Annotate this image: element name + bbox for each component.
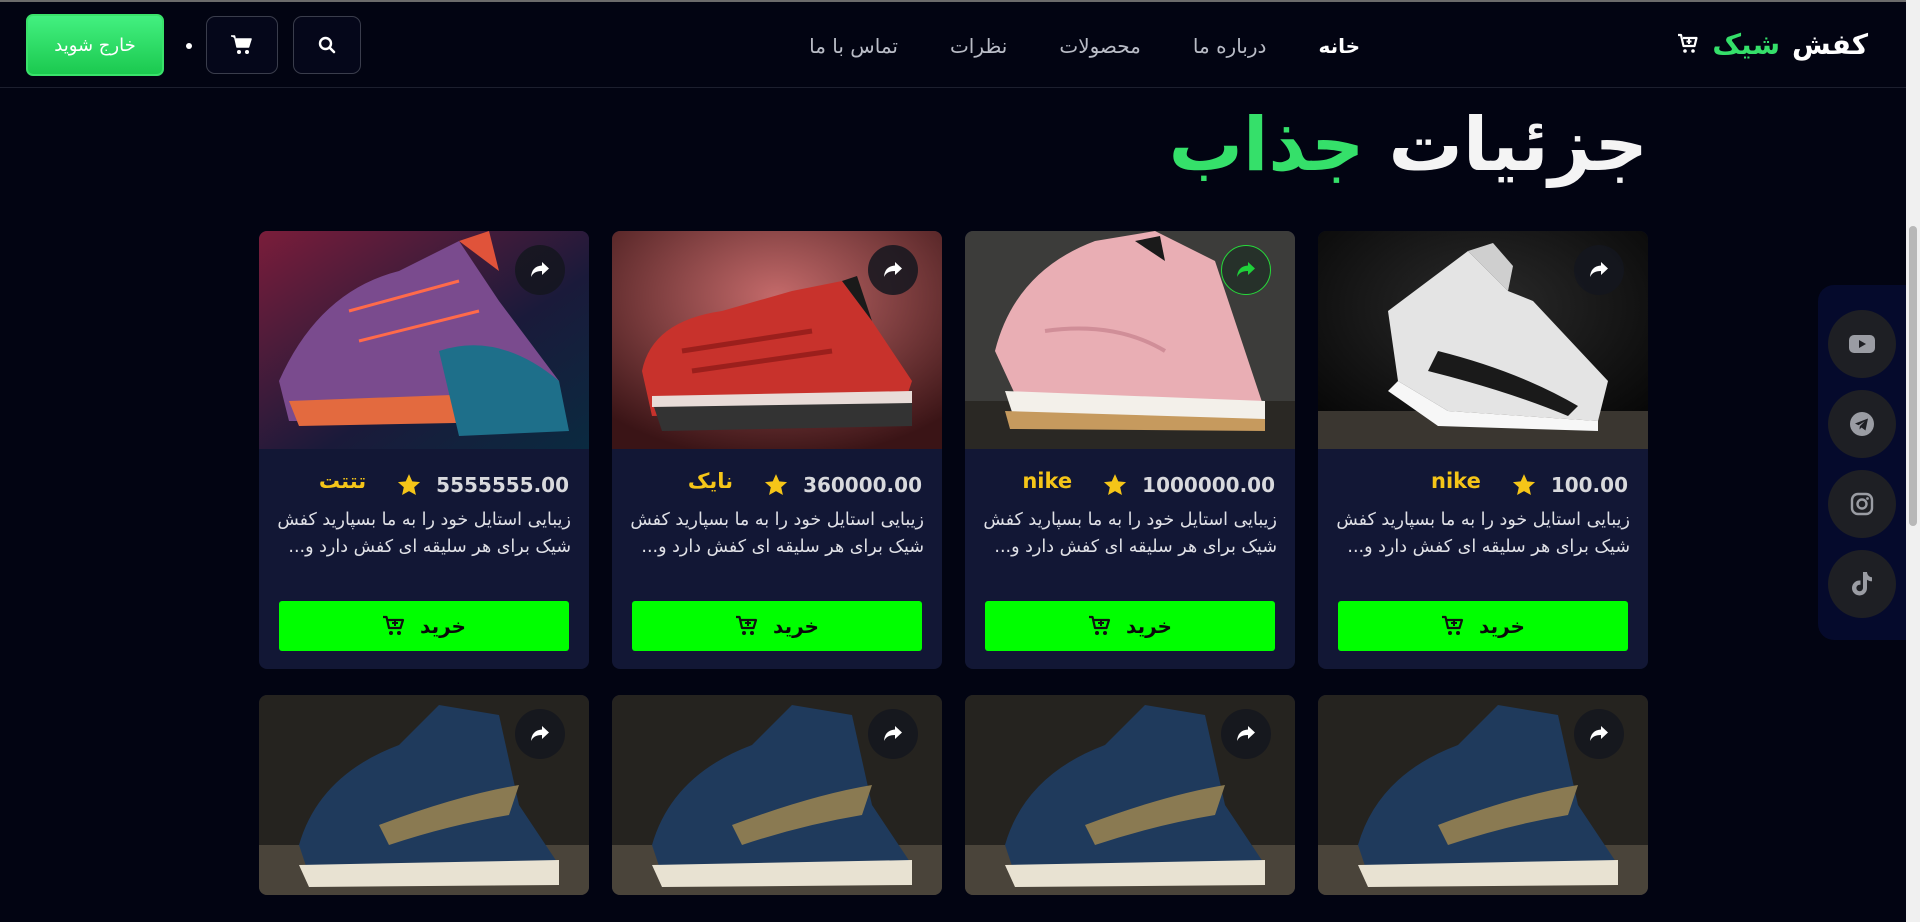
product-card <box>965 695 1295 895</box>
share-icon <box>884 726 902 741</box>
buy-button[interactable]: خرید <box>632 601 922 651</box>
instagram-icon <box>1850 492 1874 516</box>
share-icon <box>531 262 549 277</box>
tiktok-icon <box>1852 572 1872 596</box>
share-icon <box>1590 262 1608 277</box>
social-sidebar <box>1818 285 1906 640</box>
instagram-button[interactable] <box>1828 470 1896 538</box>
share-button[interactable] <box>1221 709 1271 759</box>
product-card: 100.00 nike زیبایی استایل خود را به ما ب… <box>1318 231 1648 669</box>
buy-button[interactable]: خرید <box>1338 601 1628 651</box>
product-description: زیبایی استایل خود را به ما بسپارید کفش ش… <box>983 510 1277 557</box>
nav-products[interactable]: محصولات <box>1059 34 1141 58</box>
product-brand: تتتت <box>318 469 367 493</box>
main-menu: خانه درباره ما محصولات نظرات تماس با ما <box>760 30 1360 62</box>
product-meta: 5555555.00 تتتت <box>279 469 569 501</box>
product-card <box>259 695 589 895</box>
share-button[interactable] <box>1574 709 1624 759</box>
nav-reviews[interactable]: نظرات <box>950 34 1007 58</box>
cart-plus-icon <box>1442 615 1464 635</box>
product-price: 5555555.00 <box>436 473 569 497</box>
buy-button[interactable]: خرید <box>985 601 1275 651</box>
share-button[interactable] <box>515 245 565 295</box>
search-icon <box>318 36 336 54</box>
buy-label: خرید <box>1126 614 1172 638</box>
product-card: 360000.00 نایک زیبایی استایل خود را به م… <box>612 231 942 669</box>
product-card: 1000000.00 nike زیبایی استایل خود را به … <box>965 231 1295 669</box>
product-price: 360000.00 <box>803 473 922 497</box>
product-price: 100.00 <box>1550 473 1628 497</box>
star-icon <box>1104 474 1127 495</box>
product-card <box>612 695 942 895</box>
product-description: زیبایی استایل خود را به ما بسپارید کفش ش… <box>1336 510 1630 557</box>
product-meta: 360000.00 نایک <box>632 469 922 501</box>
share-button[interactable] <box>868 245 918 295</box>
search-button[interactable] <box>293 16 361 74</box>
star-icon <box>398 474 421 495</box>
buy-label: خرید <box>773 614 819 638</box>
navbar: کفش شیک خانه درباره ما محصولات نظرات تما… <box>0 2 1906 88</box>
brand-word-2: شیک <box>1712 27 1780 61</box>
star-icon <box>765 474 788 495</box>
product-brand: نایک <box>687 469 734 493</box>
cart-icon <box>231 35 252 54</box>
section-title-part-2: جذاب <box>1168 102 1365 188</box>
share-icon <box>531 726 549 741</box>
cart-plus-icon <box>736 615 758 635</box>
product-brand: nike <box>1022 469 1073 493</box>
product-description: زیبایی استایل خود را به ما بسپارید کفش ش… <box>277 510 571 557</box>
product-description: زیبایی استایل خود را به ما بسپارید کفش ش… <box>630 510 924 557</box>
share-icon <box>884 262 902 277</box>
share-icon <box>1237 726 1255 741</box>
section-title-part-1: جزئیات <box>1388 102 1648 188</box>
youtube-icon <box>1849 335 1875 353</box>
youtube-button[interactable] <box>1828 310 1896 378</box>
buy-button[interactable]: خرید <box>279 601 569 651</box>
share-button[interactable] <box>1221 245 1271 295</box>
telegram-button[interactable] <box>1828 390 1896 458</box>
tiktok-button[interactable] <box>1828 550 1896 618</box>
nav-home[interactable]: خانه <box>1318 34 1360 58</box>
buy-label: خرید <box>420 614 466 638</box>
nav-about[interactable]: درباره ما <box>1193 34 1267 58</box>
product-card <box>1318 695 1648 895</box>
share-button[interactable] <box>868 709 918 759</box>
cart-button[interactable] <box>206 16 278 74</box>
logout-button[interactable]: خارج شوید <box>26 14 164 76</box>
product-meta: 1000000.00 nike <box>985 469 1275 501</box>
share-button[interactable] <box>1574 245 1624 295</box>
cart-icon <box>1678 33 1698 53</box>
product-brand: nike <box>1431 469 1481 493</box>
telegram-icon <box>1850 412 1874 436</box>
brand-word-1: کفش <box>1791 27 1868 61</box>
brand-logo[interactable]: کفش شیک <box>1676 24 1868 64</box>
buy-label: خرید <box>1479 614 1525 638</box>
cart-plus-icon <box>383 615 405 635</box>
product-card: 5555555.00 تتتت زیبایی استایل خود را به … <box>259 231 589 669</box>
share-button[interactable] <box>515 709 565 759</box>
section-title: جزئیات جذاب <box>1169 100 1648 190</box>
cart-plus-icon <box>1089 615 1111 635</box>
share-icon <box>1237 262 1255 277</box>
scrollbar-thumb[interactable] <box>1909 226 1917 526</box>
nav-contact[interactable]: تماس با ما <box>809 34 898 58</box>
star-icon <box>1512 474 1535 495</box>
nav-separator-dot <box>186 43 192 49</box>
share-icon <box>1590 726 1608 741</box>
product-price: 1000000.00 <box>1142 473 1275 497</box>
product-meta: 100.00 nike <box>1338 469 1628 501</box>
